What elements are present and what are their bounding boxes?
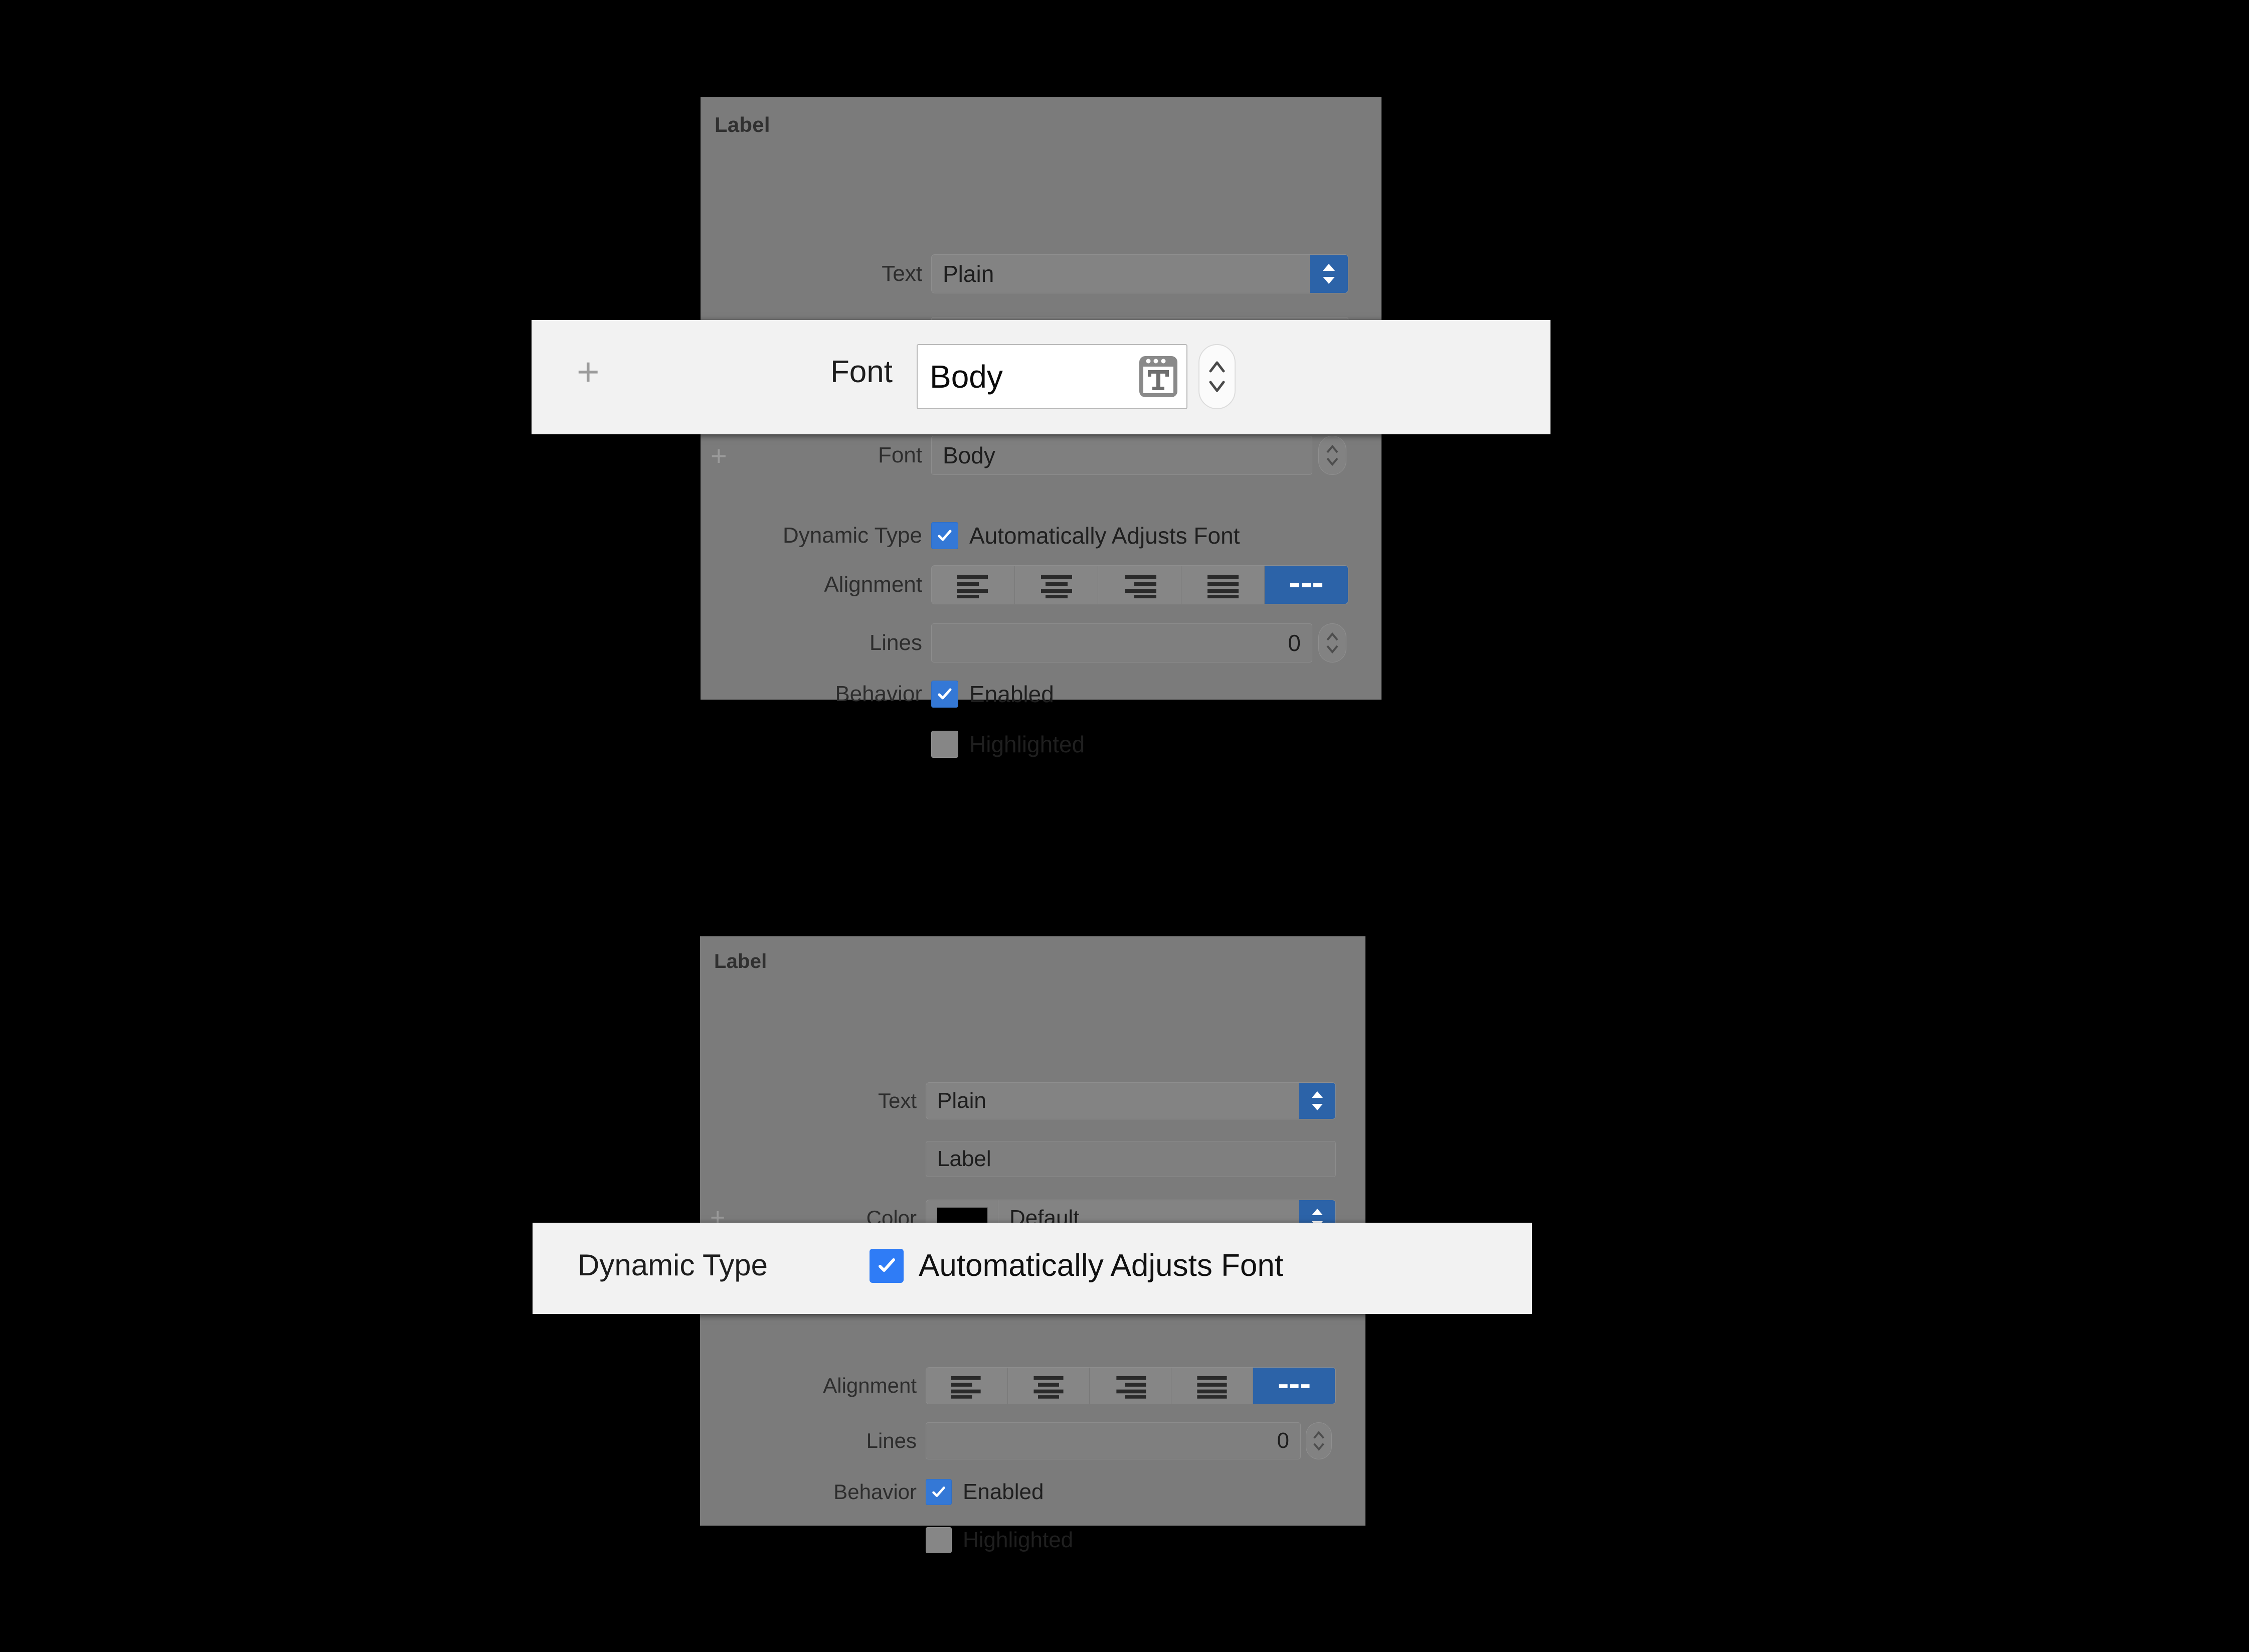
callout-font-field[interactable]: Body [917, 344, 1187, 409]
text-style-popup-bottom[interactable]: Plain [926, 1082, 1336, 1119]
font-stepper-top[interactable] [1318, 436, 1346, 475]
lines-value-top: 0 [1288, 630, 1301, 656]
align-natural-icon [1290, 583, 1322, 587]
lines-stepper-bottom[interactable] [1306, 1422, 1332, 1459]
row-label-alignment-top: Alignment [824, 572, 922, 597]
callout-dynamic-type-row: Dynamic Type Automatically Adjusts Font [533, 1223, 1532, 1314]
alignment-option-right-bottom[interactable] [1090, 1368, 1171, 1404]
lines-value-bottom: 0 [1277, 1428, 1289, 1453]
lines-number-field-top[interactable]: 0 [931, 623, 1312, 663]
row-label-lines-bottom: Lines [866, 1429, 917, 1452]
alignment-option-center-top[interactable] [1015, 566, 1098, 604]
checkmark-icon [938, 688, 952, 700]
align-left-icon [951, 1376, 981, 1399]
row-label-font-top: Font [878, 443, 922, 467]
align-justify-icon [1197, 1376, 1227, 1399]
label-title-field-bottom[interactable]: Label [926, 1141, 1336, 1177]
lines-stepper-top[interactable] [1318, 623, 1346, 663]
row-label-text-top: Text [882, 261, 922, 286]
align-natural-icon [1278, 1384, 1310, 1388]
row-lines-top: Lines 0 [701, 621, 1381, 665]
alignment-segmented-control-bottom[interactable] [926, 1367, 1336, 1404]
behavior-highlighted-label-bottom: Highlighted [963, 1528, 1074, 1552]
row-font-top: + Font Body [701, 434, 1381, 477]
label-title-value-bottom: Label [937, 1146, 991, 1171]
row-label-text-bottom: Text [878, 1089, 917, 1112]
row-title-field-bottom: Label [700, 1139, 1365, 1179]
stepper-updown-icon [1326, 632, 1338, 654]
stepper-updown-icon [1313, 1431, 1324, 1451]
callout-font-value: Body [930, 359, 1003, 395]
behavior-enabled-checkbox-bottom[interactable] [926, 1479, 952, 1505]
align-center-icon [1033, 1376, 1064, 1399]
alignment-option-natural-bottom[interactable] [1253, 1368, 1335, 1404]
behavior-enabled-label-top: Enabled [969, 681, 1054, 707]
row-behavior-highlighted-top: Highlighted [701, 728, 1085, 761]
lines-number-field-bottom[interactable]: 0 [926, 1422, 1301, 1459]
row-dynamic-type-top: Dynamic Type Automatically Adjusts Font [701, 519, 1240, 552]
chevron-up-down-icon [1312, 1091, 1323, 1110]
behavior-highlighted-checkbox-bottom[interactable] [926, 1527, 952, 1553]
row-label-dynamic-type-top: Dynamic Type [783, 523, 922, 548]
align-left-icon [956, 575, 988, 598]
callout-font-stepper[interactable] [1198, 344, 1236, 409]
row-label-lines-top: Lines [869, 630, 922, 655]
stepper-updown-icon [1209, 361, 1225, 392]
font-value-top: Body [943, 442, 995, 468]
behavior-highlighted-label-top: Highlighted [969, 731, 1085, 757]
callout-font-label: Font [830, 355, 893, 389]
alignment-option-right-top[interactable] [1098, 566, 1181, 604]
alignment-option-left-top[interactable] [932, 566, 1015, 604]
align-center-icon [1041, 575, 1072, 598]
align-justify-icon [1207, 575, 1239, 598]
screenshot-canvas: Label Text Plain Label + [0, 0, 2249, 1652]
callout-dynamic-type-checkbox[interactable] [870, 1249, 904, 1283]
checkmark-icon [938, 530, 952, 541]
align-right-icon [1125, 575, 1156, 598]
row-lines-bottom: Lines 0 [700, 1420, 1365, 1461]
behavior-enabled-checkbox-top[interactable] [931, 681, 958, 708]
row-add-font-top[interactable]: + [711, 442, 727, 470]
chevron-up-down-icon [1323, 264, 1335, 284]
row-behavior-highlighted-bottom: Highlighted [700, 1525, 1073, 1556]
row-label-alignment-bottom: Alignment [823, 1374, 917, 1397]
callout-add-font-button[interactable]: + [577, 352, 600, 391]
alignment-option-justify-bottom[interactable] [1171, 1368, 1253, 1404]
text-style-popup-value-top: Plain [932, 255, 1310, 293]
dynamic-type-checkbox-top[interactable] [931, 522, 958, 549]
row-label-behavior-bottom: Behavior [833, 1480, 917, 1504]
row-behavior-enabled-bottom: Behavior Enabled [700, 1476, 1044, 1508]
text-style-popup-top[interactable]: Plain [931, 254, 1348, 293]
behavior-highlighted-checkbox-top[interactable] [931, 731, 958, 758]
alignment-option-justify-top[interactable] [1181, 566, 1265, 604]
alignment-segmented-control-top[interactable] [931, 565, 1348, 604]
alignment-option-left-bottom[interactable] [926, 1368, 1008, 1404]
dynamic-type-checkbox-label-top: Automatically Adjusts Font [969, 523, 1240, 549]
row-alignment-top: Alignment [701, 563, 1381, 606]
panel-title-top: Label [715, 113, 770, 136]
panel-title-bottom: Label [714, 950, 767, 972]
behavior-enabled-label-bottom: Enabled [963, 1479, 1044, 1504]
text-style-popup-value-bottom: Plain [926, 1083, 1299, 1119]
row-text-bottom: Text Plain [700, 1080, 1365, 1121]
row-behavior-enabled-top: Behavior Enabled [701, 678, 1054, 711]
font-panel-icon[interactable] [1130, 345, 1186, 408]
checkmark-icon [879, 1258, 895, 1272]
text-style-popup-arrows-top[interactable] [1310, 255, 1348, 293]
align-right-icon [1116, 1376, 1146, 1399]
checkmark-icon [932, 1486, 945, 1497]
callout-font-row: + Font Body [532, 320, 1550, 434]
alignment-option-center-bottom[interactable] [1008, 1368, 1090, 1404]
text-style-popup-arrows-bottom[interactable] [1299, 1083, 1335, 1119]
row-label-behavior-top: Behavior [835, 682, 922, 706]
alignment-option-natural-top[interactable] [1265, 566, 1348, 604]
font-field-top[interactable]: Body [931, 436, 1312, 475]
stepper-updown-icon [1326, 444, 1338, 466]
callout-dynamic-type-label: Dynamic Type [578, 1248, 768, 1282]
row-alignment-bottom: Alignment [700, 1365, 1365, 1406]
row-text-top: Text Plain [701, 252, 1381, 295]
callout-dynamic-type-checkbox-label: Automatically Adjusts Font [919, 1248, 1284, 1283]
